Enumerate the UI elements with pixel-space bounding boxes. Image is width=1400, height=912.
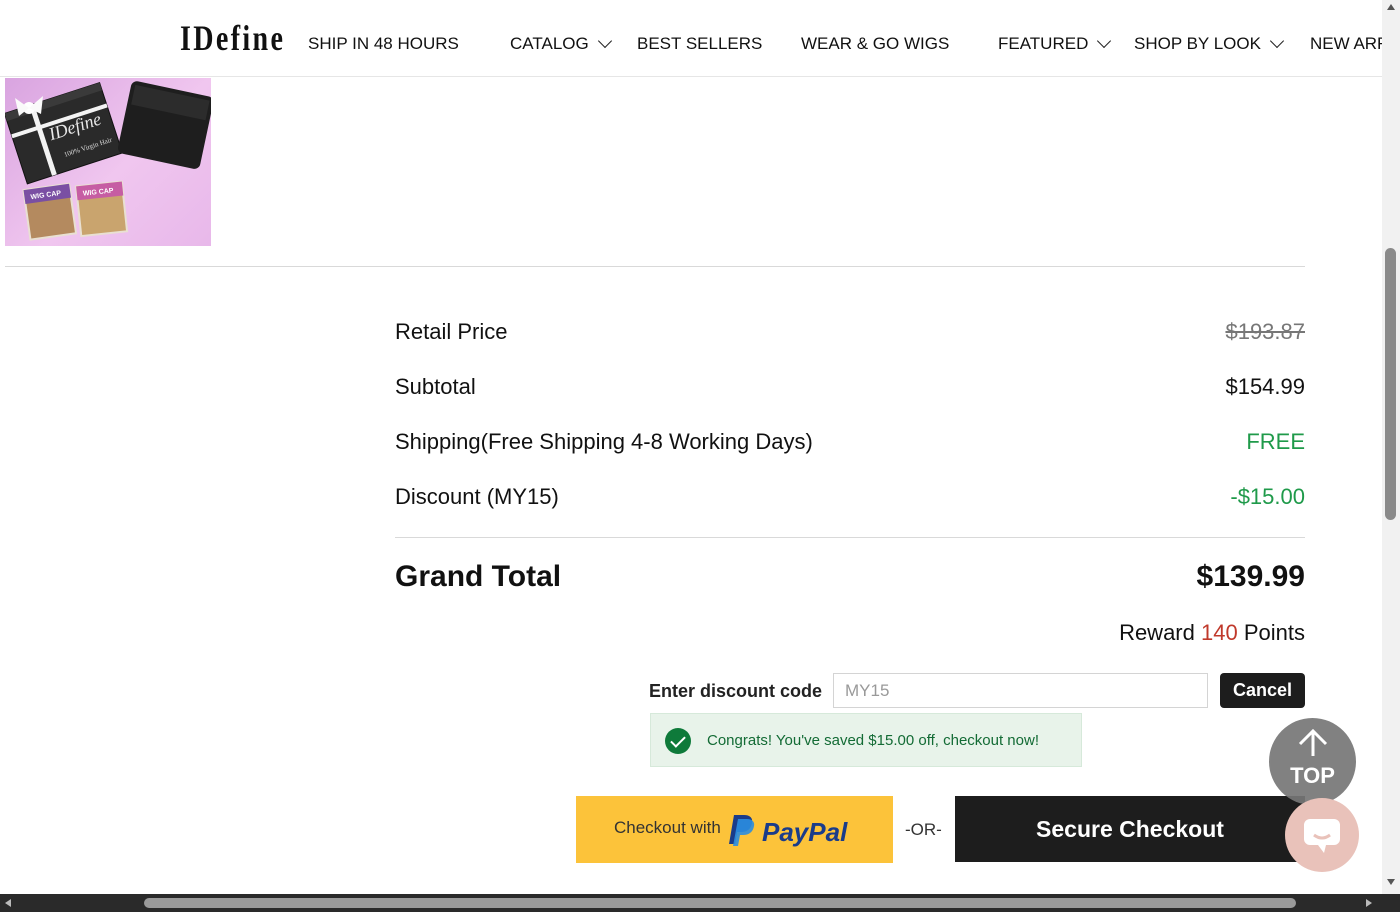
chevron-down-icon	[597, 33, 612, 49]
discount-code-label: Enter discount code	[649, 681, 823, 701]
grand-total-row: Grand Total $139.99	[395, 556, 1305, 598]
nav-item-label: SHIP IN 48 HOURS	[308, 34, 459, 53]
vertical-scrollbar[interactable]	[1382, 0, 1400, 894]
reward-prefix: Reward	[1119, 620, 1195, 645]
nav-item-shop-by-look[interactable]: SHOP BY LOOK	[1134, 33, 1285, 55]
grand-total-value: $139.99	[1196, 560, 1305, 593]
scrollbar-corner	[1382, 894, 1400, 912]
horizontal-scrollbar[interactable]	[0, 894, 1382, 912]
chevron-down-icon	[1097, 33, 1112, 49]
site-header: IDefine SHIP IN 48 HOURS CATALOG BEST SE…	[0, 0, 1382, 77]
nav-item-new-arrivals[interactable]: NEW ARR	[1310, 33, 1382, 55]
success-text: Congrats! You've saved $15.00 off, check…	[707, 732, 1039, 749]
discount-row: Discount (MY15) -$15.00	[395, 482, 1305, 512]
nav-item-best-sellers[interactable]: BEST SELLERS	[637, 33, 762, 55]
paypal-prefix-text: Checkout with	[614, 818, 721, 837]
nav-item-label: SHOP BY LOOK	[1134, 34, 1261, 53]
shipping-value: FREE	[1246, 429, 1305, 454]
subtotal-row: Subtotal $154.99	[395, 372, 1305, 402]
reward-points-value: 140	[1201, 620, 1238, 645]
vertical-scroll-thumb[interactable]	[1385, 248, 1396, 520]
nav-item-featured[interactable]: FEATURED	[998, 33, 1112, 55]
scroll-right-arrow-icon[interactable]	[1366, 899, 1372, 907]
nav-item-label: CATALOG	[510, 34, 589, 53]
reward-suffix: Points	[1243, 620, 1305, 645]
nav-item-label: WEAR & GO WIGS	[801, 34, 950, 53]
discount-success-message: Congrats! You've saved $15.00 off, check…	[650, 713, 1082, 767]
chevron-down-icon	[1269, 33, 1285, 49]
scroll-down-arrow-icon[interactable]	[1387, 879, 1395, 885]
reward-points: Reward 140 Points	[1119, 618, 1305, 648]
section-divider	[5, 266, 1305, 267]
paypal-checkout-button[interactable]: Checkout with PayPal	[576, 796, 893, 863]
main-nav: SHIP IN 48 HOURS CATALOG BEST SELLERS WE…	[0, 0, 1382, 76]
product-image[interactable]: IDefine 100% Virgin Hair WIG CAP WIG CAP	[5, 78, 211, 246]
live-chat-button[interactable]	[1285, 798, 1359, 872]
retail-price-label: Retail Price	[395, 319, 508, 344]
grand-total-label: Grand Total	[395, 560, 562, 593]
scroll-left-arrow-icon[interactable]	[5, 899, 11, 907]
paypal-logo-icon: PayPal	[729, 815, 848, 847]
horizontal-scroll-thumb[interactable]	[144, 898, 1296, 908]
nav-item-label: FEATURED	[998, 34, 1089, 53]
nav-item-label: BEST SELLERS	[637, 34, 763, 53]
nav-item-ship-48[interactable]: SHIP IN 48 HOURS	[308, 33, 459, 55]
shipping-row: Shipping(Free Shipping 4-8 Working Days)…	[395, 427, 1305, 457]
shipping-label: Shipping(Free Shipping 4-8 Working Days)	[395, 429, 813, 454]
subtotal-label: Subtotal	[395, 374, 476, 399]
secure-checkout-button[interactable]: Secure Checkout	[955, 796, 1305, 862]
retail-price-value: $193.87	[1225, 319, 1305, 344]
top-label: TOP	[1290, 763, 1335, 788]
back-to-top-button[interactable]: TOP	[1269, 718, 1356, 805]
discount-code-input[interactable]	[833, 673, 1208, 708]
summary-divider	[395, 537, 1305, 538]
scroll-up-arrow-icon[interactable]	[1387, 4, 1395, 10]
paypal-brand-text: PayPal	[762, 817, 848, 847]
discount-value: -$15.00	[1230, 484, 1305, 509]
chat-icon	[1304, 819, 1340, 853]
nav-item-wear-go-wigs[interactable]: WEAR & GO WIGS	[801, 33, 949, 55]
discount-label: Discount (MY15)	[395, 484, 559, 509]
nav-item-catalog[interactable]: CATALOG	[510, 33, 612, 55]
nav-item-label: NEW ARR	[1310, 34, 1382, 53]
retail-price-row: Retail Price $193.87	[395, 317, 1305, 347]
or-separator: -OR-	[905, 820, 942, 839]
check-circle-icon	[665, 728, 691, 754]
arrow-up-icon	[1298, 728, 1328, 756]
subtotal-value: $154.99	[1225, 374, 1305, 399]
cancel-discount-button[interactable]: Cancel	[1220, 673, 1305, 708]
product-photo: IDefine 100% Virgin Hair WIG CAP WIG CAP	[5, 81, 211, 241]
